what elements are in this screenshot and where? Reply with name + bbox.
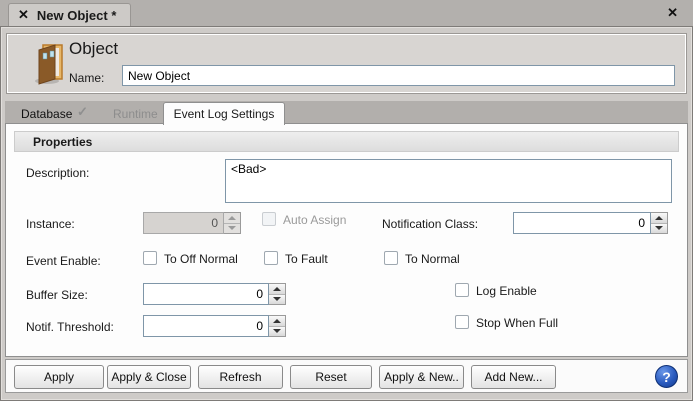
to-fault-checkbox[interactable] bbox=[264, 251, 278, 265]
spin-down-button[interactable] bbox=[269, 326, 285, 337]
refresh-button[interactable]: Refresh bbox=[198, 365, 283, 389]
log-enable-label: Log Enable bbox=[476, 284, 537, 298]
document-tabbar: ✕ New Object * ✕ bbox=[0, 0, 693, 26]
description-textarea[interactable]: <Bad> bbox=[225, 159, 672, 203]
notification-class-input[interactable] bbox=[513, 212, 651, 234]
notif-threshold-label: Notif. Threshold: bbox=[26, 320, 114, 334]
log-enable-checkbox[interactable] bbox=[455, 283, 469, 297]
settings-tabstrip: Database ✓ Runtime Event Log Settings bbox=[5, 101, 688, 124]
buffer-size-input[interactable] bbox=[143, 283, 269, 305]
footer-button-bar: Apply Apply & Close Refresh Reset Apply … bbox=[5, 359, 688, 393]
spin-up-button[interactable] bbox=[651, 213, 667, 223]
instance-label: Instance: bbox=[26, 217, 75, 231]
apply-and-new-button[interactable]: Apply & New.. bbox=[379, 365, 464, 389]
spin-down-button[interactable] bbox=[651, 223, 667, 234]
to-off-normal-checkbox[interactable] bbox=[143, 251, 157, 265]
object-header-panel: Object Name: bbox=[6, 33, 687, 94]
instance-stepper bbox=[143, 212, 241, 234]
tab-event-log-settings[interactable]: Event Log Settings bbox=[163, 102, 285, 125]
event-enable-label: Event Enable: bbox=[26, 254, 101, 268]
tab-runtime[interactable]: Runtime bbox=[113, 104, 158, 124]
to-off-normal-label: To Off Normal bbox=[164, 252, 238, 266]
apply-button[interactable]: Apply bbox=[14, 365, 104, 389]
spin-down-button[interactable] bbox=[269, 294, 285, 305]
stop-when-full-checkbox[interactable] bbox=[455, 315, 469, 329]
open-door-icon bbox=[31, 42, 67, 86]
description-label: Description: bbox=[26, 166, 89, 180]
instance-input bbox=[143, 212, 224, 234]
tab-close-icon[interactable]: ✕ bbox=[18, 7, 29, 23]
buffer-size-label: Buffer Size: bbox=[26, 288, 88, 302]
to-fault-label: To Fault bbox=[285, 252, 328, 266]
buffer-size-stepper bbox=[143, 283, 286, 305]
help-icon[interactable]: ? bbox=[655, 365, 678, 388]
name-label: Name: bbox=[69, 71, 104, 85]
buffer-size-spin-buttons bbox=[269, 283, 286, 305]
notification-class-stepper bbox=[513, 212, 668, 234]
database-check-icon: ✓ bbox=[77, 104, 88, 120]
document-tab-title: New Object * bbox=[37, 8, 116, 23]
spin-up-button[interactable] bbox=[269, 284, 285, 294]
name-input[interactable] bbox=[122, 65, 675, 86]
notification-class-spin-buttons bbox=[651, 212, 668, 234]
add-new-button[interactable]: Add New... bbox=[471, 365, 556, 389]
editor-window: Object Name: Database ✓ Runtime Event Lo… bbox=[0, 26, 693, 401]
event-log-settings-panel: Properties Description: <Bad> Instance: … bbox=[5, 123, 688, 357]
apply-and-close-button[interactable]: Apply & Close bbox=[107, 365, 191, 389]
document-tab-new-object[interactable]: ✕ New Object * bbox=[8, 3, 131, 26]
stop-when-full-label: Stop When Full bbox=[476, 316, 558, 330]
properties-section-header: Properties bbox=[14, 131, 679, 152]
notification-class-label: Notification Class: bbox=[382, 217, 478, 231]
window-close-icon[interactable]: ✕ bbox=[667, 5, 678, 21]
tab-database[interactable]: Database bbox=[21, 104, 72, 124]
notif-threshold-input[interactable] bbox=[143, 315, 269, 337]
auto-assign-label: Auto Assign bbox=[283, 213, 346, 227]
spin-up-icon bbox=[224, 213, 240, 223]
instance-spin-buttons bbox=[224, 212, 241, 234]
spin-down-icon bbox=[224, 223, 240, 234]
to-normal-label: To Normal bbox=[405, 252, 460, 266]
to-normal-checkbox[interactable] bbox=[384, 251, 398, 265]
auto-assign-checkbox bbox=[262, 212, 276, 226]
object-type-title: Object bbox=[69, 39, 118, 59]
spin-up-button[interactable] bbox=[269, 316, 285, 326]
reset-button[interactable]: Reset bbox=[290, 365, 372, 389]
application-window: ✕ New Object * ✕ Object Name: Database ✓… bbox=[0, 0, 693, 401]
notif-threshold-stepper bbox=[143, 315, 286, 337]
notif-threshold-spin-buttons bbox=[269, 315, 286, 337]
